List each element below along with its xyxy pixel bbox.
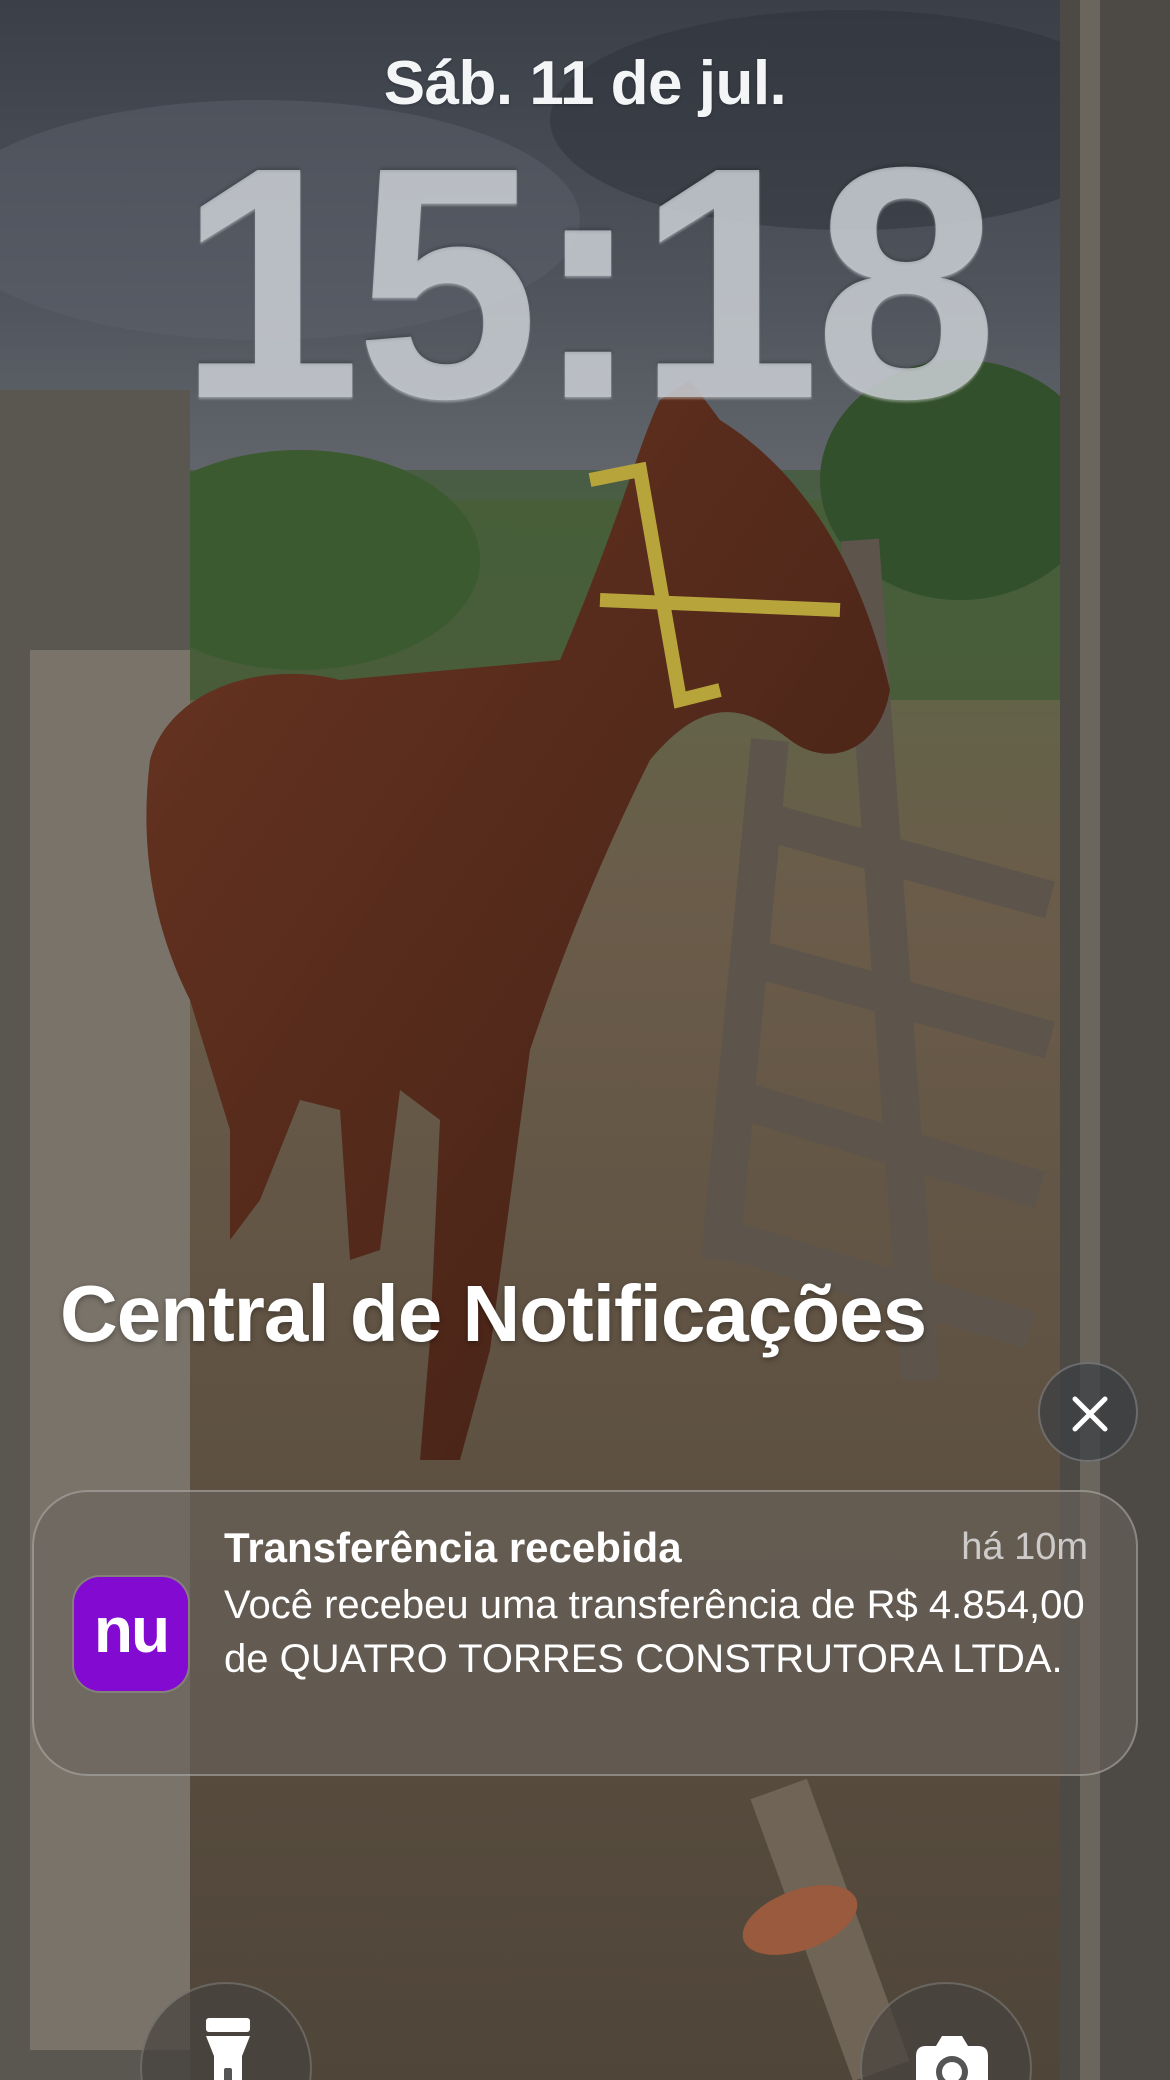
notification-center-title: Central de Notificações — [60, 1269, 927, 1358]
notification-body: Você recebeu uma transferência de R$ 4.8… — [224, 1583, 1085, 1681]
clear-notifications-button[interactable] — [1038, 1362, 1138, 1462]
close-icon — [1072, 1396, 1108, 1432]
notification-time: há 10m — [961, 1526, 1088, 1568]
nubank-app-icon: nu — [74, 1577, 188, 1691]
app-icon-text: nu — [93, 1594, 170, 1666]
notification-card[interactable]: nu Transferência recebida há 10m Você re… — [32, 1490, 1138, 1776]
flashlight-icon — [206, 2018, 250, 2080]
camera-icon — [916, 2036, 988, 2080]
notification-title: Transferência recebida — [224, 1524, 682, 1571]
lock-clock: 15:18 — [177, 98, 998, 467]
lock-screen: Sáb. 11 de jul. 15:18 Central de Notific… — [0, 0, 1170, 2080]
